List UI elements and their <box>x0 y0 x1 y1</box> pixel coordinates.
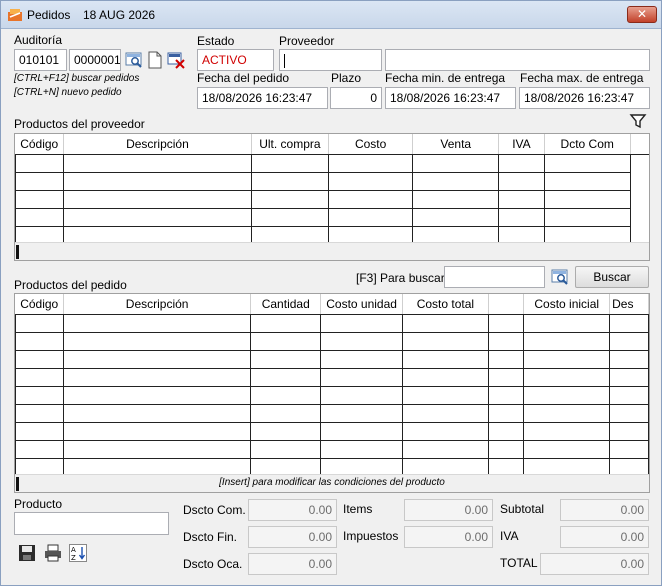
scroll-thumb[interactable] <box>16 245 19 259</box>
svg-text:A: A <box>71 546 76 554</box>
col-costo-inicial[interactable]: Costo inicial <box>523 294 611 315</box>
dscto-oca-label: Dscto Oca. <box>183 557 243 571</box>
fecha-max-field[interactable]: 18/08/2026 16:23:47 <box>519 87 650 109</box>
search-order-icon[interactable] <box>125 51 143 69</box>
col-descripcion[interactable]: Descripción <box>63 294 252 315</box>
search-product-icon[interactable] <box>551 268 569 286</box>
col-venta[interactable]: Venta <box>412 134 500 155</box>
fecha-max-label: Fecha max. de entrega <box>520 71 644 85</box>
table-row[interactable] <box>15 208 650 227</box>
cancel-order-icon[interactable] <box>167 51 185 69</box>
table-row[interactable] <box>15 172 650 191</box>
fecha-min-field[interactable]: 18/08/2026 16:23:47 <box>385 87 516 109</box>
items-label: Items <box>343 502 373 516</box>
col-spacer <box>630 134 649 155</box>
table-row[interactable] <box>15 154 650 173</box>
subtotal-field: 0.00 <box>560 499 649 521</box>
sort-az-icon[interactable]: A Z <box>69 544 87 562</box>
close-button[interactable]: ✕ <box>627 6 657 23</box>
dscto-com-label: Dscto Com. <box>183 503 246 517</box>
iva-label: IVA <box>500 529 519 543</box>
print-icon[interactable] <box>44 544 62 562</box>
total-label: TOTAL <box>500 556 538 570</box>
proveedor-products-grid[interactable]: Código Descripción Ult. compra Costo Ven… <box>14 133 650 261</box>
total-field: 0.00 <box>540 553 649 575</box>
dscto-oca-field: 0.00 <box>248 553 337 575</box>
hint-new-order: [CTRL+N] nuevo pedido <box>14 87 122 98</box>
table-row[interactable] <box>15 190 650 209</box>
svg-text:Z: Z <box>71 554 76 562</box>
col-descuento[interactable]: Des <box>609 294 649 315</box>
subtotal-label: Subtotal <box>500 502 545 516</box>
new-document-icon[interactable] <box>146 51 164 69</box>
pedido-grid-header: Código Descripción Cantidad Costo unidad… <box>15 294 649 315</box>
filter-icon[interactable] <box>629 112 647 130</box>
pedido-products-table: Código Descripción Cantidad Costo unidad… <box>15 294 649 477</box>
impuestos-label: Impuestos <box>343 529 399 543</box>
fecha-min-label: Fecha min. de entrega <box>385 71 506 85</box>
table-row[interactable] <box>15 440 649 459</box>
table-row[interactable] <box>15 422 649 441</box>
col-costo-total[interactable]: Costo total <box>402 294 489 315</box>
table-row[interactable] <box>15 368 649 387</box>
col-dcto-com[interactable]: Dcto Com <box>544 134 631 155</box>
search-hint-label: [F3] Para buscar <box>356 271 445 285</box>
pedidos-window: Pedidos 18 AUG 2026 ✕ Auditoría 010101 0… <box>0 0 662 586</box>
pedido-grid-title: Productos del pedido <box>14 278 127 292</box>
pedido-grid-scrollbar[interactable]: [Insert] para modificar las condiciones … <box>15 474 649 492</box>
proveedor-code-input[interactable] <box>279 49 382 71</box>
items-field: 0.00 <box>404 499 493 521</box>
pedido-products-grid[interactable]: Código Descripción Cantidad Costo unidad… <box>14 293 650 493</box>
dscto-fin-field: 0.00 <box>248 526 337 548</box>
table-row[interactable] <box>15 404 649 423</box>
dscto-com-field: 0.00 <box>248 499 337 521</box>
col-costo-unidad[interactable]: Costo unidad <box>320 294 404 315</box>
col-cantidad[interactable]: Cantidad <box>250 294 322 315</box>
auditoria-label: Auditoría <box>14 33 63 47</box>
col-costo[interactable]: Costo <box>328 134 414 155</box>
col-blank[interactable] <box>488 294 525 315</box>
producto-field[interactable] <box>14 512 169 535</box>
fecha-pedido-label: Fecha del pedido <box>197 71 290 85</box>
window-title: Pedidos <box>27 8 71 22</box>
auditoria-code2-field[interactable]: 0000001 <box>69 49 121 71</box>
proveedor-label: Proveedor <box>279 34 335 48</box>
plazo-label: Plazo <box>331 71 362 85</box>
title-bar: Pedidos 18 AUG 2026 ✕ <box>1 1 661 29</box>
proveedor-grid-title: Productos del proveedor <box>14 117 145 131</box>
impuestos-field: 0.00 <box>404 526 493 548</box>
proveedor-grid-scrollbar[interactable] <box>15 242 649 260</box>
iva-field: 0.00 <box>560 526 649 548</box>
col-descripcion[interactable]: Descripción <box>63 134 252 155</box>
save-icon[interactable] <box>18 544 36 562</box>
producto-label: Producto <box>14 497 63 511</box>
estado-label: Estado <box>197 34 235 48</box>
estado-field: ACTIVO <box>197 49 274 71</box>
table-row[interactable] <box>15 350 649 369</box>
app-icon <box>8 9 22 21</box>
table-row[interactable] <box>15 332 649 351</box>
col-codigo[interactable]: Código <box>15 294 64 315</box>
auditoria-code1-field[interactable]: 010101 <box>14 49 67 71</box>
search-button[interactable]: Buscar <box>575 266 649 288</box>
window-date: 18 AUG 2026 <box>83 8 156 22</box>
col-ult-compra[interactable]: Ult. compra <box>251 134 329 155</box>
proveedor-grid-header: Código Descripción Ult. compra Costo Ven… <box>15 134 649 155</box>
proveedor-name-field[interactable] <box>385 49 650 71</box>
col-iva[interactable]: IVA <box>498 134 545 155</box>
proveedor-products-table: Código Descripción Ult. compra Costo Ven… <box>15 134 649 245</box>
close-icon: ✕ <box>636 7 648 21</box>
fecha-pedido-field[interactable]: 18/08/2026 16:23:47 <box>197 87 328 109</box>
col-codigo[interactable]: Código <box>15 134 64 155</box>
text-cursor <box>284 53 285 68</box>
plazo-field[interactable]: 0 <box>330 87 382 109</box>
insert-hint: [Insert] para modificar las condiciones … <box>219 477 445 488</box>
hint-search-orders: [CTRL+F12] buscar pedidos <box>14 73 140 84</box>
dscto-fin-label: Dscto Fin. <box>183 530 238 544</box>
table-row[interactable] <box>15 314 649 333</box>
table-row[interactable] <box>15 386 649 405</box>
product-search-input[interactable] <box>444 266 545 288</box>
